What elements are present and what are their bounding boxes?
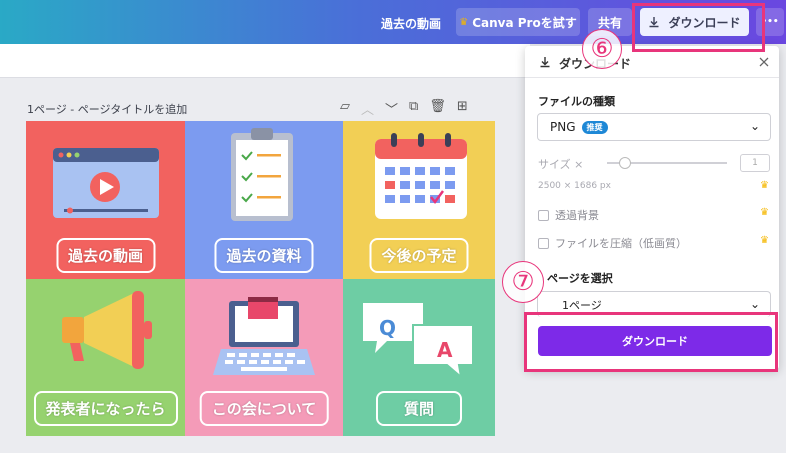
svg-text:A: A (437, 338, 453, 362)
tile-label: 今後の予定 (369, 238, 469, 273)
canva-pro-button[interactable]: ♛ Canva Proを試す (456, 8, 580, 36)
tile-upcoming-schedule[interactable]: 今後の予定 (343, 121, 495, 279)
chevron-up-icon[interactable]: ︿ (361, 99, 374, 118)
clipboard-icon (231, 128, 293, 221)
compress-file-checkbox[interactable] (538, 237, 549, 249)
recommended-badge: 推奨 (581, 120, 608, 134)
qa-speech-bubbles-icon: Q A (363, 303, 474, 380)
duplicate-icon[interactable]: ⧉ (409, 99, 418, 118)
chevron-down-icon: ⌄ (749, 297, 760, 311)
svg-text:Q: Q (379, 316, 396, 340)
canva-pro-label: Canva Proを試す (472, 15, 577, 30)
crown-icon: ♛ (760, 207, 769, 218)
note-icon[interactable]: ▱ (340, 99, 350, 118)
megaphone-icon (62, 291, 152, 369)
tile-label: 質問 (375, 391, 463, 426)
tile-label: 過去の動画 (55, 238, 156, 273)
calendar-icon (375, 133, 467, 219)
dimensions-text: 2500 × 1686 px (538, 181, 611, 191)
step-7-marker: ⑦ (502, 261, 544, 303)
tile-becoming-presenter[interactable]: 発表者になったら (26, 279, 185, 436)
file-type-value: PNG (550, 120, 576, 134)
file-type-label: ファイルの種類 (538, 95, 615, 108)
pages-value: 1ページ (562, 298, 602, 312)
laptop-icon (213, 297, 315, 375)
tile-past-materials[interactable]: 過去の資料 (185, 121, 343, 279)
chevron-down-icon: ⌄ (749, 119, 760, 133)
slider-handle[interactable] (619, 157, 631, 169)
highlight-download-button (632, 3, 765, 52)
crown-icon: ♛ (760, 235, 769, 246)
crown-icon: ♛ (760, 180, 769, 191)
size-label: サイズ × (538, 158, 584, 171)
crown-icon: ♛ (459, 16, 469, 28)
select-pages-label: ページを選択 (547, 272, 613, 285)
page-title[interactable]: 1ページ - ページタイトルを追加 (27, 101, 187, 117)
tile-about-this-meeting[interactable]: この会について (185, 279, 343, 436)
download-icon (540, 57, 550, 68)
tile-past-video[interactable]: 過去の動画 (26, 121, 185, 279)
chevron-down-icon[interactable]: ﹀ (385, 99, 398, 118)
tile-label: 発表者になったら (33, 391, 178, 426)
size-slider[interactable] (607, 157, 727, 169)
design-canvas[interactable]: 過去の動画 過去の資料 今後の予定 発表者になったら この会について Q A 質… (26, 121, 495, 436)
past-video-link[interactable]: 過去の動画 (381, 15, 441, 32)
file-type-select[interactable]: PNG 推奨 ⌄ (537, 113, 771, 141)
close-icon[interactable] (759, 57, 769, 67)
tile-label: 過去の資料 (214, 238, 314, 273)
compress-file-option[interactable]: ファイルを圧縮（低画質） (538, 235, 687, 251)
transparent-bg-checkbox[interactable] (538, 209, 549, 221)
highlight-panel-download-button (524, 312, 778, 372)
editor-subbar (0, 44, 530, 78)
tile-label: この会について (199, 391, 329, 426)
transparent-bg-label: 透過背景 (555, 209, 599, 222)
step-6-marker: ⑥ (582, 29, 622, 69)
trash-icon[interactable]: 🗑 (429, 99, 446, 118)
add-page-icon[interactable]: ⊞ (457, 99, 468, 118)
video-player-icon (53, 148, 159, 218)
page-tools: ▱ ︿ ﹀ ⧉ 🗑 ⊞ (340, 99, 468, 118)
tile-questions[interactable]: Q A 質問 (343, 279, 495, 436)
compress-file-label: ファイルを圧縮（低画質） (555, 237, 687, 250)
size-input[interactable]: 1 (740, 154, 770, 172)
transparent-bg-option[interactable]: 透過背景 (538, 207, 599, 223)
